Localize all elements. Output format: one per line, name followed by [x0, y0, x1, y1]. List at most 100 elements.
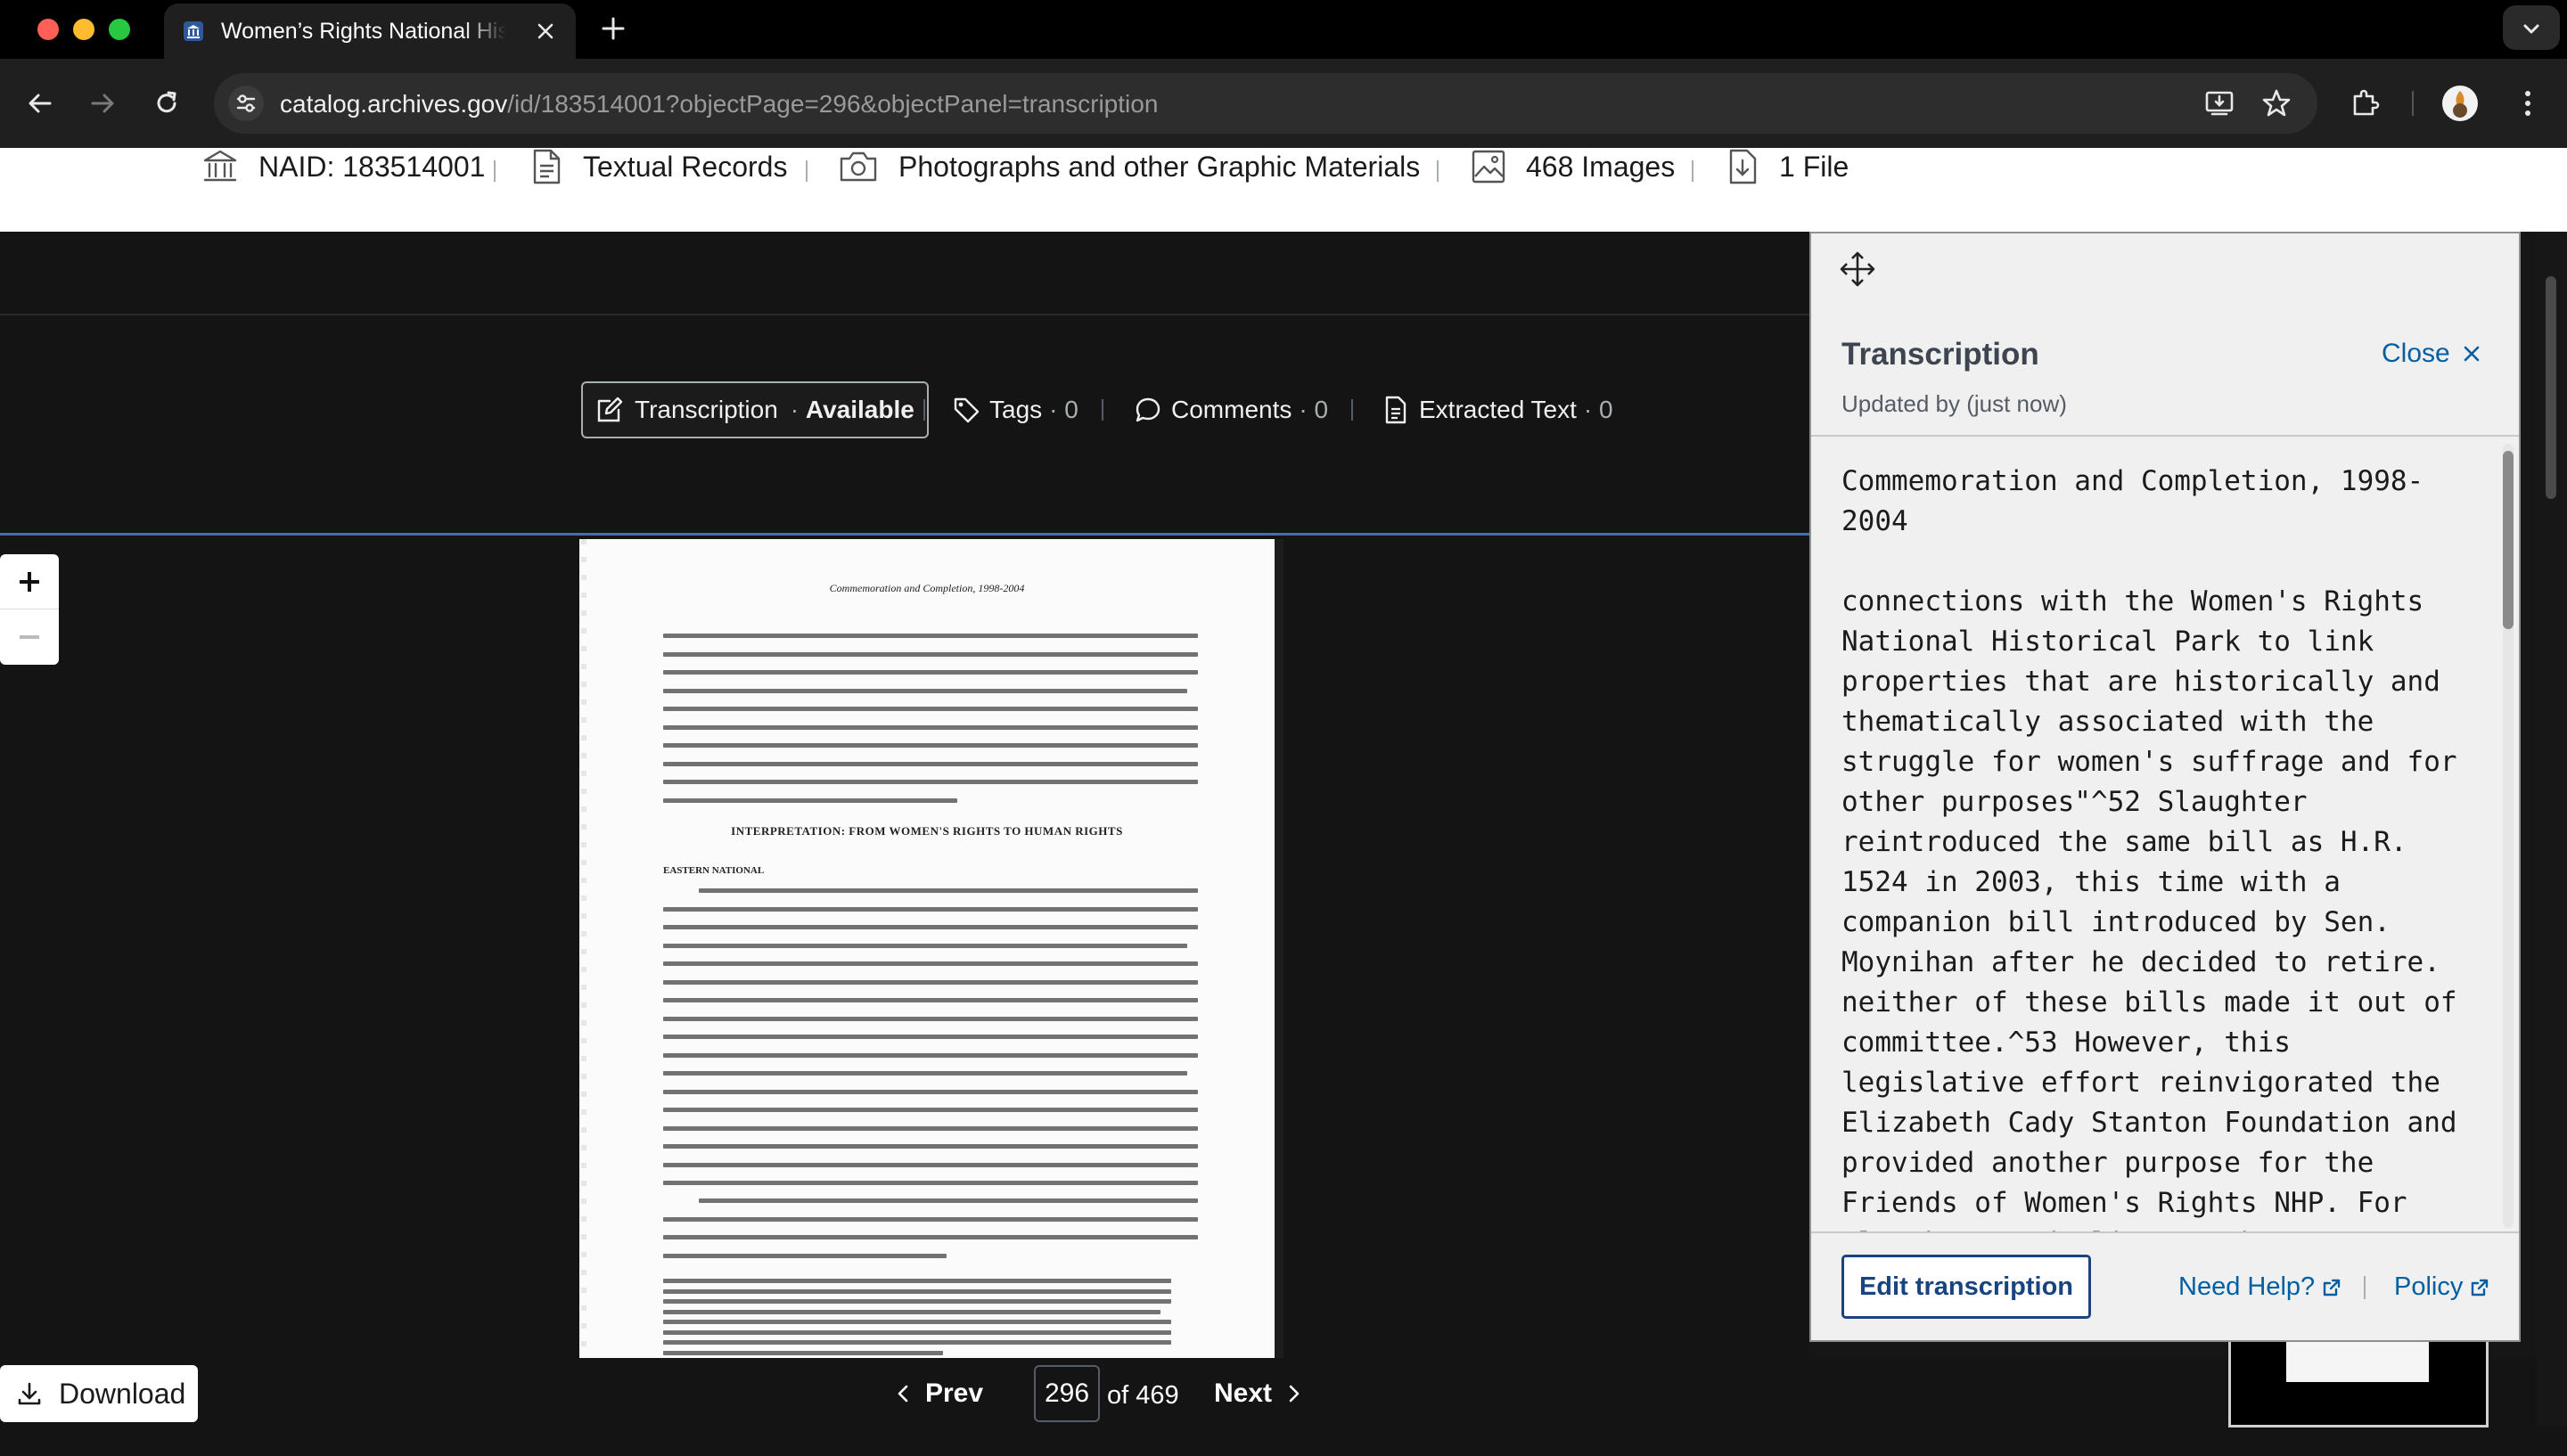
profile-avatar[interactable] — [2440, 84, 2480, 123]
textual-records-item: Textual Records — [529, 148, 787, 185]
zoom-out-button[interactable] — [0, 609, 59, 665]
bookmark-star-icon[interactable] — [2257, 84, 2296, 123]
page-number-input[interactable]: 296 — [1034, 1365, 1100, 1422]
camera-icon — [840, 151, 877, 182]
page-scrollbar[interactable] — [2537, 232, 2567, 1426]
browser-tab[interactable]: Women’s Rights National Historical Park — [164, 4, 576, 59]
site-settings-icon[interactable] — [228, 86, 264, 121]
transcription-text[interactable]: Commemoration and Completion, 1998-2004 … — [1841, 462, 2465, 1237]
tab-tags[interactable]: Tags 0 — [952, 381, 1078, 438]
scanned-document-page[interactable]: Commemoration and Completion, 1998-2004 … — [579, 539, 1284, 1442]
footer-divider — [2364, 1276, 2366, 1299]
move-drag-handle-icon[interactable] — [1838, 249, 1877, 289]
zoom-in-button[interactable] — [0, 554, 59, 609]
doc-text-line — [699, 1198, 1198, 1203]
prev-page-button[interactable]: Prev — [895, 1365, 983, 1422]
install-app-icon[interactable] — [2200, 84, 2239, 123]
photographs-item: Photographs and other Graphic Materials — [838, 148, 1420, 185]
edit-pencil-icon — [597, 397, 623, 422]
files-text: 1 File — [1779, 150, 1849, 183]
doc-text-line — [663, 634, 1198, 638]
transcription-scrollbar[interactable] — [2501, 444, 2517, 1228]
page-binding-edge — [581, 539, 586, 1442]
tag-icon — [954, 397, 980, 423]
window-minimize-button[interactable] — [73, 19, 94, 40]
doc-text-line — [663, 1071, 1187, 1076]
updated-by-text: Updated by (just now) — [1841, 390, 2067, 417]
doc-text-line — [663, 906, 1198, 912]
panel-close-button[interactable]: Close — [2382, 339, 2481, 369]
window-zoom-button[interactable] — [109, 19, 130, 40]
browser-tab-bar: Women’s Rights National Historical Park — [0, 0, 2567, 59]
browser-toolbar: catalog.archives.gov/id/183514001?object… — [0, 59, 2567, 148]
images-item: 468 Images — [1471, 148, 1675, 185]
zoom-controls — [0, 554, 59, 665]
files-item: 1 File — [1726, 148, 1849, 185]
external-link-icon — [2323, 1279, 2341, 1296]
doc-text-line — [663, 1279, 1171, 1283]
plus-icon — [20, 571, 39, 592]
need-help-label: Need Help? — [2178, 1272, 2316, 1301]
doc-text-line — [663, 961, 1198, 966]
panel-divider — [1811, 435, 2519, 437]
need-help-link[interactable]: Need Help? — [2178, 1272, 2341, 1302]
chevron-down-icon — [2523, 24, 2539, 34]
thumbnail-image — [2286, 1341, 2429, 1382]
external-link-icon — [2472, 1279, 2489, 1296]
tab-extracted-text[interactable]: Extracted Text 0 — [1383, 381, 1613, 438]
tab-divider — [1102, 399, 1103, 421]
tab-comments-label: Comments — [1171, 396, 1292, 423]
edit-transcription-button[interactable]: Edit transcription — [1841, 1255, 2091, 1319]
panel-title: Transcription — [1841, 337, 2039, 372]
doc-text-line — [663, 1162, 1198, 1167]
doc-text-line — [663, 1350, 943, 1355]
page-thumbnail[interactable] — [2228, 1338, 2489, 1427]
next-page-button[interactable]: Next — [1214, 1365, 1302, 1422]
close-label: Close — [2382, 339, 2450, 368]
document-icon — [533, 149, 561, 184]
tab-search-button[interactable] — [2503, 5, 2560, 50]
address-bar[interactable]: catalog.archives.gov/id/183514001?object… — [214, 73, 2317, 134]
download-button[interactable]: Download — [0, 1365, 198, 1422]
transcription-status: Available — [791, 396, 914, 424]
doc-text-line — [663, 1016, 1198, 1021]
file-download-icon — [1729, 149, 1757, 184]
doc-section-title: Interpretation: From Women's Rights to H… — [731, 824, 1123, 838]
scrollbar-thumb[interactable] — [2503, 451, 2514, 629]
archives-building-icon — [203, 150, 237, 182]
url-text[interactable]: catalog.archives.gov/id/183514001?object… — [280, 90, 1158, 119]
new-tab-icon[interactable] — [601, 16, 626, 41]
tab-comments[interactable]: Comments 0 — [1134, 381, 1328, 438]
transcription-panel: Transcription Close Updated by (just now… — [1809, 232, 2521, 1342]
policy-link[interactable]: Policy — [2394, 1272, 2489, 1302]
back-arrow-icon[interactable] — [25, 88, 55, 119]
download-label: Download — [59, 1377, 186, 1410]
page-total: of 469 — [1107, 1381, 1179, 1410]
chevron-right-icon — [1289, 1385, 1300, 1403]
doc-text-line — [663, 1329, 1171, 1335]
doc-text-line — [699, 888, 1198, 893]
doc-text-line — [663, 743, 1198, 748]
url-path: /id/183514001?objectPage=296&objectPanel… — [507, 90, 1159, 118]
doc-text-line — [663, 1309, 1160, 1314]
tab-tags-count: 0 — [1049, 396, 1078, 424]
page-scrollbar-thumb[interactable] — [2546, 276, 2556, 499]
image-icon — [1472, 150, 1505, 184]
window-close-button[interactable] — [37, 19, 59, 40]
tab-divider — [1351, 399, 1353, 421]
doc-text-line — [663, 1052, 1198, 1058]
page-content: NAID: 183514001 Textual Records Photogra… — [0, 148, 2567, 1456]
reload-icon[interactable] — [152, 88, 182, 119]
doc-text-line — [663, 1340, 1171, 1345]
tab-transcription[interactable]: Transcription Available — [581, 381, 929, 438]
doc-text-line — [663, 1299, 1171, 1304]
tab-close-icon[interactable] — [535, 20, 556, 42]
images-text: 468 Images — [1526, 150, 1676, 183]
doc-text-line — [663, 998, 1198, 1002]
browser-menu-icon[interactable] — [2508, 84, 2547, 123]
policy-label: Policy — [2394, 1272, 2464, 1301]
forward-arrow-icon[interactable] — [87, 88, 118, 119]
doc-text-line — [663, 798, 957, 803]
extensions-icon[interactable] — [2346, 84, 2385, 123]
doc-text-line — [663, 1108, 1198, 1112]
